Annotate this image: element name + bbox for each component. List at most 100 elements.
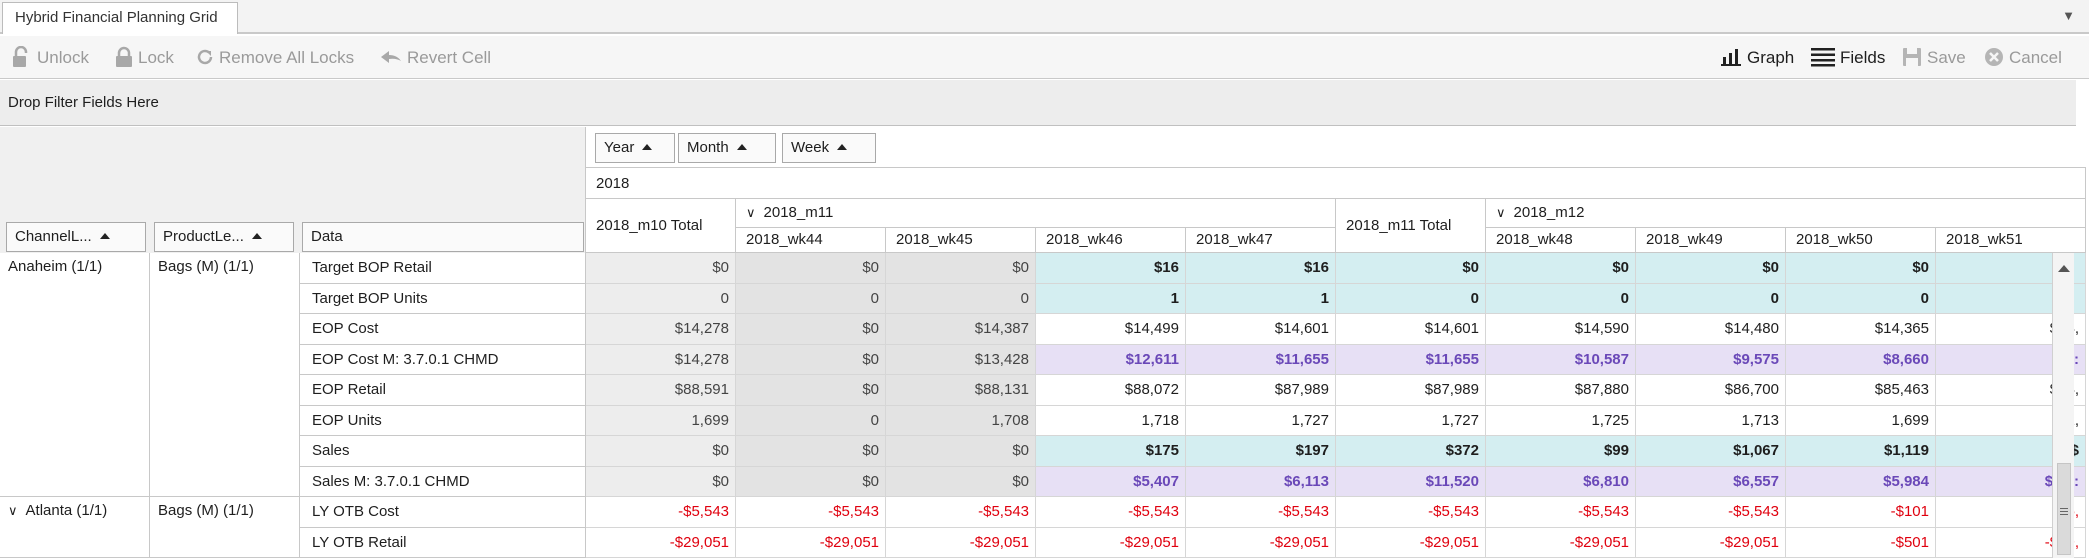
remove-all-locks-button[interactable]: Remove All Locks [196, 36, 354, 79]
data-cell[interactable]: $14,499 [1036, 314, 1186, 345]
sort-asc-icon[interactable] [99, 232, 110, 239]
data-cell[interactable]: -$5,543 [1336, 497, 1486, 528]
data-cell[interactable]: $0 [736, 436, 886, 467]
data-cell[interactable]: $6,810 [1486, 466, 1636, 497]
data-cell[interactable]: -$5,543 [736, 497, 886, 528]
data-cell[interactable]: $87,989 [1186, 375, 1336, 406]
data-cell[interactable]: $13,428 [886, 344, 1036, 375]
data-cell[interactable]: $88,591 [586, 375, 736, 406]
data-cell[interactable]: $14,278 [586, 344, 736, 375]
data-cell[interactable]: $16 [1186, 253, 1336, 284]
week-header[interactable]: 2018_wk50 [1786, 228, 1936, 253]
data-cell[interactable]: -$29,051 [736, 527, 886, 558]
data-cell[interactable]: $1,119 [1786, 436, 1936, 467]
data-cell[interactable]: $0 [1336, 253, 1486, 284]
data-cell[interactable]: $1,067 [1636, 436, 1786, 467]
data-cell[interactable]: -$29,051 [886, 527, 1036, 558]
data-cell[interactable]: $14,480 [1636, 314, 1786, 345]
data-cell[interactable]: $10,587 [1486, 344, 1636, 375]
week-header[interactable]: 2018_wk47 [1186, 228, 1336, 253]
data-cell[interactable]: $0 [586, 466, 736, 497]
data-cell[interactable]: 1 [1186, 283, 1336, 314]
graph-button[interactable]: Graph [1720, 36, 1794, 79]
data-cell[interactable]: 1,727 [1336, 405, 1486, 436]
data-cell[interactable]: -$29,051 [1186, 527, 1336, 558]
data-cell[interactable]: 0 [736, 405, 886, 436]
row-header-product[interactable]: Bags (M) (1/1) [150, 253, 300, 497]
cancel-button[interactable]: Cancel [1984, 36, 2062, 79]
row-header-product[interactable]: Bags (M) (1/1) [150, 497, 300, 558]
sort-asc-icon[interactable] [642, 143, 653, 150]
fields-button[interactable]: Fields [1811, 36, 1885, 79]
data-cell[interactable]: $85,463 [1786, 375, 1936, 406]
data-cell[interactable]: 1,718 [1036, 405, 1186, 436]
scroll-up-arrow-icon[interactable] [2058, 265, 2070, 272]
data-cell[interactable]: $5,407 [1036, 466, 1186, 497]
expand-chevron-icon[interactable]: ∨ [746, 205, 756, 220]
data-cell[interactable]: $0 [886, 253, 1036, 284]
data-cell[interactable]: -$29,051 [1336, 527, 1486, 558]
column-field-week[interactable]: Week [782, 133, 876, 163]
week-header[interactable]: 2018_wk44 [736, 228, 886, 253]
data-cell[interactable]: $11,520 [1336, 466, 1486, 497]
data-cell[interactable]: $197 [1186, 436, 1336, 467]
data-cell[interactable]: $0 [1636, 253, 1786, 284]
data-cell[interactable]: $87,989 [1336, 375, 1486, 406]
data-cell[interactable]: $88,131 [886, 375, 1036, 406]
data-cell[interactable]: $14,601 [1186, 314, 1336, 345]
data-cell[interactable]: 1 [1036, 283, 1186, 314]
column-header-total[interactable]: 2018_m11 Total [1336, 199, 1486, 253]
data-cell[interactable]: 1,699 [586, 405, 736, 436]
data-cell[interactable]: $14,601 [1336, 314, 1486, 345]
data-cell[interactable]: $88,072 [1036, 375, 1186, 406]
data-cell[interactable]: -$5,543 [1486, 497, 1636, 528]
tab-hybrid-financial-planning-grid[interactable]: Hybrid Financial Planning Grid [2, 2, 238, 34]
row-field-channel[interactable]: ChannelL... [6, 222, 146, 252]
data-cell[interactable]: $16 [1036, 253, 1186, 284]
data-cell[interactable]: $0 [886, 466, 1036, 497]
data-cell[interactable]: $12,611 [1036, 344, 1186, 375]
week-header[interactable]: 2018_wk46 [1036, 228, 1186, 253]
data-cell[interactable]: 1,725 [1486, 405, 1636, 436]
week-header[interactable]: 2018_wk48 [1486, 228, 1636, 253]
expand-chevron-icon[interactable]: ∨ [8, 503, 18, 518]
data-cell[interactable]: 0 [1486, 283, 1636, 314]
data-cell[interactable]: 1,727 [1186, 405, 1336, 436]
data-cell[interactable]: $0 [1786, 253, 1936, 284]
unlock-button[interactable]: Unlock [12, 36, 89, 79]
data-cell[interactable]: -$501 [1786, 527, 1936, 558]
data-cell[interactable]: -$5,543 [1636, 497, 1786, 528]
data-cell[interactable]: -$5,543 [586, 497, 736, 528]
data-cell[interactable]: $9,575 [1636, 344, 1786, 375]
vertical-scrollbar[interactable] [2052, 253, 2074, 558]
data-cell[interactable]: $175 [1036, 436, 1186, 467]
data-cell[interactable]: 0 [586, 283, 736, 314]
data-cell[interactable]: $372 [1336, 436, 1486, 467]
data-cell[interactable]: $14,590 [1486, 314, 1636, 345]
data-cell[interactable]: $0 [586, 253, 736, 284]
column-field-month[interactable]: Month [678, 133, 776, 163]
data-cell[interactable]: -$101 [1786, 497, 1936, 528]
data-cell[interactable]: -$29,051 [1036, 527, 1186, 558]
expand-chevron-icon[interactable]: ∨ [1496, 205, 1506, 220]
data-cell[interactable]: 1,699 [1786, 405, 1936, 436]
data-cell[interactable]: $0 [886, 436, 1036, 467]
data-cell[interactable]: 0 [1786, 283, 1936, 314]
data-cell[interactable]: $87,880 [1486, 375, 1636, 406]
data-cell[interactable]: 0 [1636, 283, 1786, 314]
row-header-channel[interactable]: ∨ Atlanta (1/1) [0, 497, 150, 558]
data-cell[interactable]: $0 [736, 375, 886, 406]
week-header[interactable]: 2018_wk51 [1936, 228, 2086, 253]
sort-asc-icon[interactable] [736, 143, 747, 150]
data-cell[interactable]: -$29,051 [1636, 527, 1786, 558]
filter-drop-zone[interactable]: Drop Filter Fields Here [0, 80, 2076, 126]
data-cell[interactable]: $6,557 [1636, 466, 1786, 497]
data-cell[interactable]: 1,713 [1636, 405, 1786, 436]
data-cell[interactable]: $14,387 [886, 314, 1036, 345]
data-cell[interactable]: -$5,543 [1186, 497, 1336, 528]
sort-asc-icon[interactable] [251, 232, 262, 239]
scrollbar-thumb[interactable] [2057, 463, 2071, 555]
data-cell[interactable]: $6,113 [1186, 466, 1336, 497]
data-cell[interactable]: -$5,543 [1036, 497, 1186, 528]
column-field-year[interactable]: Year [595, 133, 675, 163]
